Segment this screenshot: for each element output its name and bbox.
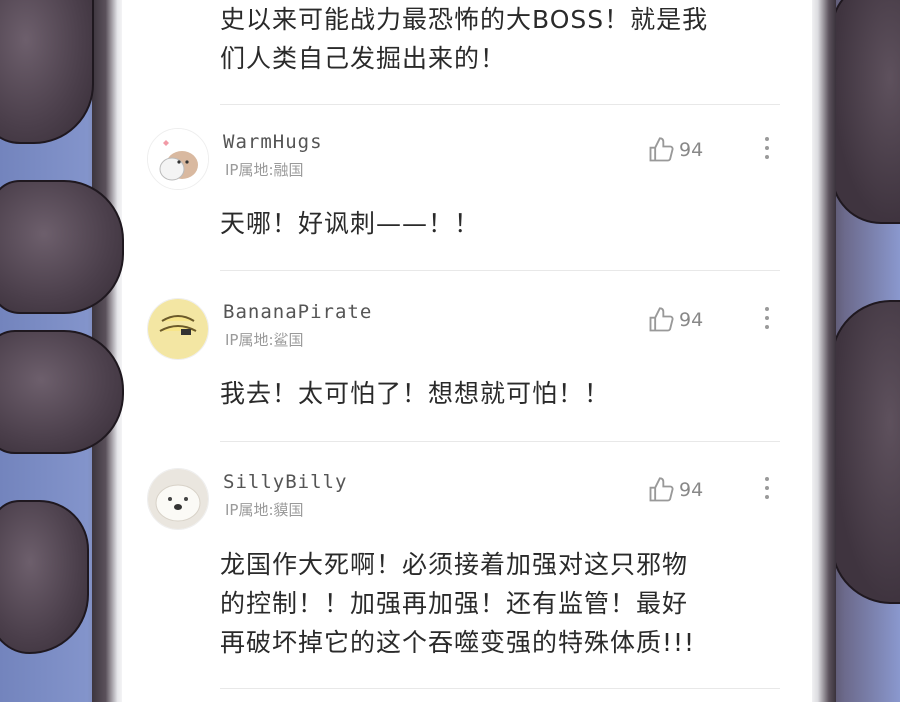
username[interactable]: SillyBilly	[223, 471, 347, 493]
comment-body-previous: 史以来可能战力最恐怖的大BOSS！就是我 们人类自己发掘出来的！	[220, 0, 708, 78]
divider	[220, 270, 780, 271]
comment-header: WarmHugs IP属地:融国 94	[147, 124, 787, 194]
avatar[interactable]	[147, 468, 209, 530]
more-vertical-icon[interactable]	[764, 474, 770, 504]
like-count: 94	[679, 309, 704, 331]
left-hand-finger	[0, 0, 94, 144]
comment-body: 龙国作大死啊！必须接着加强对这只邪物 的控制！！加强再加强！还有监管！最好 再破…	[220, 545, 695, 662]
comment-line: 的控制！！加强再加强！还有监管！最好	[220, 589, 689, 618]
like-count: 94	[679, 479, 704, 501]
like-button[interactable]: 94	[647, 306, 703, 334]
comment-line: 再破坏掉它的这个吞噬变强的特殊体质!!!	[220, 628, 696, 657]
thumbs-up-icon	[649, 307, 674, 332]
avatar[interactable]	[147, 298, 209, 360]
phone-screen: 史以来可能战力最恐怖的大BOSS！就是我 们人类自己发掘出来的！ WarmHug…	[122, 0, 812, 702]
ip-location: IP属地:鲨国	[225, 331, 304, 349]
like-button[interactable]: 94	[647, 136, 703, 164]
comment-body: 天哪！好讽刺——！！	[220, 204, 480, 243]
comment-header: SillyBilly IP属地:貘国 94	[147, 464, 787, 534]
more-vertical-icon[interactable]	[764, 134, 770, 164]
more-vertical-icon[interactable]	[764, 304, 770, 334]
left-hand-finger	[0, 330, 124, 454]
comment-header: BananaPirate IP属地:鲨国 94	[147, 294, 787, 364]
thumbs-up-icon	[649, 137, 674, 162]
divider	[220, 688, 780, 689]
ip-location: IP属地:融国	[225, 161, 304, 179]
username[interactable]: BananaPirate	[223, 301, 372, 323]
right-hand-finger	[831, 300, 900, 604]
divider	[220, 441, 780, 442]
like-count: 94	[679, 139, 704, 161]
comment-line: 们人类自己发掘出来的！	[220, 44, 507, 73]
avatar[interactable]	[147, 128, 209, 190]
comment-body: 我去！太可怕了！想想就可怕！！	[220, 374, 610, 413]
thumbs-up-icon	[649, 477, 674, 502]
phone-frame-right	[808, 0, 836, 702]
comment-line: 史以来可能战力最恐怖的大BOSS！就是我	[220, 5, 709, 34]
comment-line: 天哪！好讽刺——！！	[220, 209, 481, 238]
username[interactable]: WarmHugs	[223, 131, 323, 153]
like-button[interactable]: 94	[647, 476, 703, 504]
ip-location: IP属地:貘国	[225, 501, 304, 519]
comment-line: 我去！太可怕了！想想就可怕！！	[220, 379, 611, 408]
left-hand-finger	[0, 500, 89, 654]
divider	[220, 104, 780, 105]
left-hand-finger	[0, 180, 124, 314]
comment-line: 龙国作大死啊！必须接着加强对这只邪物	[220, 550, 689, 579]
right-hand-finger	[831, 0, 900, 224]
